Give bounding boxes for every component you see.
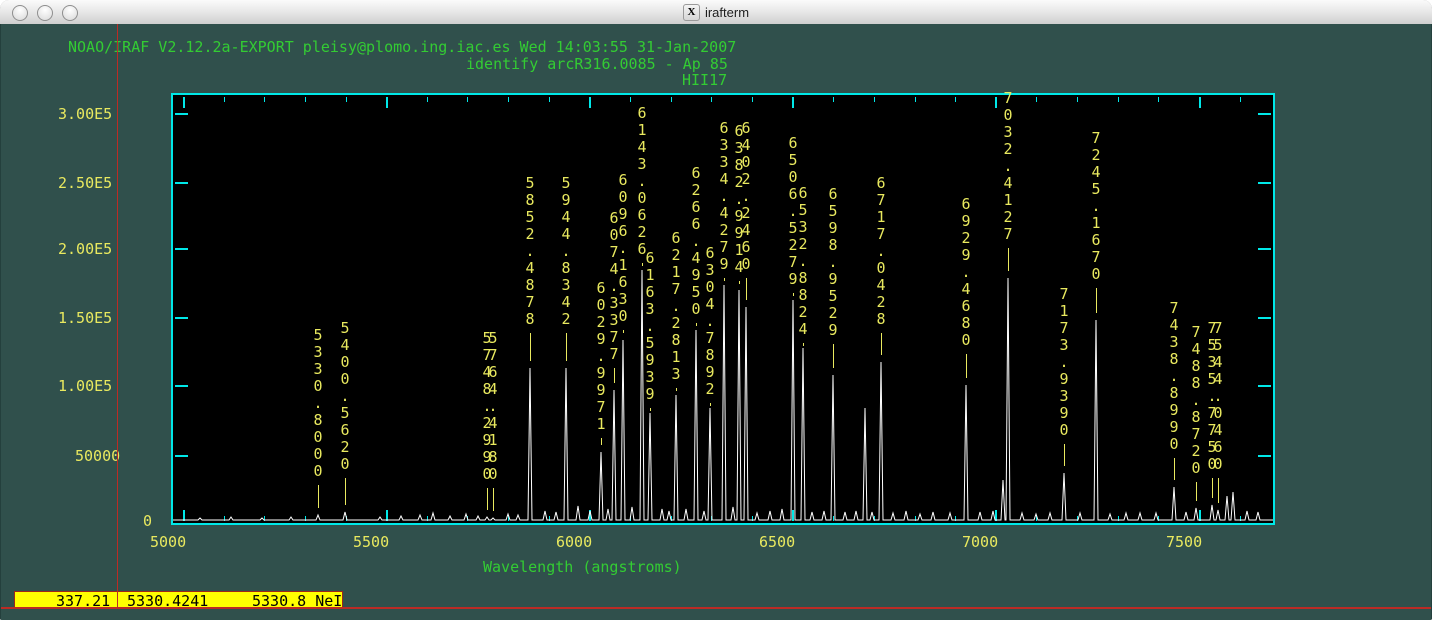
irafterm-window: X irafterm NOAO/IRAF V2.12.2a-EXPORT ple… — [0, 0, 1432, 620]
line-marker-tick — [1174, 458, 1175, 480]
line-marker-tick — [833, 344, 834, 368]
x-tick-label: 5000 — [150, 533, 186, 551]
x-tick-label: 7000 — [962, 533, 998, 551]
line-wavelength-label: 6 3 3 4 . 4 2 7 9 — [719, 120, 729, 273]
y-tick-label: 1.00E5 — [58, 377, 112, 395]
line-marker-tick — [1212, 478, 1213, 498]
line-wavelength-label: 5 7 6 4 . 4 1 8 0 — [488, 330, 498, 483]
line-marker-tick — [739, 281, 740, 284]
line-wavelength-label: 6 2 6 6 . 4 9 5 0 — [691, 165, 701, 318]
line-marker-tick — [623, 330, 624, 333]
line-marker-tick — [696, 323, 697, 326]
line-wavelength-label: 7 2 4 5 . 1 6 7 0 — [1091, 130, 1101, 283]
screenshot: X irafterm NOAO/IRAF V2.12.2a-EXPORT ple… — [0, 0, 1432, 631]
line-marker-tick — [318, 485, 319, 508]
cursor-crosshair-vertical[interactable] — [117, 24, 118, 608]
line-wavelength-label: 6 5 3 2 . 8 8 2 4 — [798, 185, 808, 338]
object-title: HII17 — [682, 71, 727, 89]
line-wavelength-label: 5 8 5 2 . 4 8 7 8 — [525, 175, 535, 328]
line-marker-tick — [676, 388, 677, 391]
line-wavelength-label: 6 3 0 4 . 7 8 9 2 — [705, 245, 715, 398]
line-marker-tick — [614, 368, 615, 383]
x11-icon: X — [683, 4, 700, 21]
line-marker-tick — [724, 278, 725, 281]
line-wavelength-label: 7 0 3 2 . 4 1 2 7 — [1003, 90, 1013, 243]
y-tick-label: 1.50E5 — [58, 309, 112, 327]
line-wavelength-label: 7 4 8 8 . 8 7 2 0 — [1191, 324, 1201, 477]
line-wavelength-label: 6 4 0 2 . 2 4 6 0 — [741, 120, 751, 273]
x-tick-label: 5500 — [353, 533, 389, 551]
y-tick-label: 50000 — [75, 447, 120, 465]
x-tick-label: 7500 — [1166, 533, 1202, 551]
line-wavelength-label: 6 1 6 3 . 5 9 3 9 — [645, 250, 655, 403]
line-marker-tick — [493, 488, 494, 511]
line-marker-tick — [1008, 248, 1009, 271]
line-marker-tick — [1064, 444, 1065, 466]
y-tick-label: 0 — [143, 512, 152, 530]
line-marker-tick — [642, 263, 643, 266]
line-marker-tick — [650, 408, 651, 411]
line-marker-tick — [1218, 478, 1219, 503]
line-wavelength-label: 7 1 7 3 . 9 3 9 0 — [1059, 286, 1069, 439]
line-marker-tick — [1096, 288, 1097, 313]
line-wavelength-label: 6 2 1 7 . 2 8 1 3 — [671, 230, 681, 383]
window-title: irafterm — [705, 5, 749, 20]
line-wavelength-label: 5 3 3 0 . 8 0 0 0 — [313, 327, 323, 480]
line-marker-tick — [566, 333, 567, 361]
iraf-banner: NOAO/IRAF V2.12.2a-EXPORT pleisy@plomo.i… — [68, 38, 736, 56]
line-marker-tick — [746, 278, 747, 300]
line-wavelength-label: 6 9 2 9 . 4 6 8 0 — [961, 196, 971, 349]
line-wavelength-label: 6 0 2 9 . 9 9 7 1 — [596, 280, 606, 433]
x-tick-label: 6000 — [556, 533, 592, 551]
line-marker-tick — [710, 403, 711, 406]
line-wavelength-label: 7 5 4 4 . 0 4 6 0 — [1213, 320, 1223, 473]
line-marker-tick — [1196, 482, 1197, 501]
line-marker-tick — [881, 333, 882, 355]
line-wavelength-label: 6 1 4 3 . 0 6 2 6 — [637, 105, 647, 258]
line-marker-tick — [803, 343, 804, 346]
line-marker-tick — [793, 293, 794, 296]
y-tick-label: 3.00E5 — [58, 105, 112, 123]
y-tick-label: 2.50E5 — [58, 174, 112, 192]
line-wavelength-label: 5 9 4 4 . 8 3 4 2 — [561, 175, 571, 328]
line-wavelength-label: 6 0 9 6 . 1 6 3 0 — [618, 172, 628, 325]
line-wavelength-label: 5 4 0 0 . 5 6 2 0 — [340, 320, 350, 473]
x-axis-title: Wavelength (angstroms) — [483, 558, 682, 576]
line-marker-tick — [345, 478, 346, 505]
y-tick-label: 2.00E5 — [58, 240, 112, 258]
line-wavelength-label: 6 7 1 7 . 0 4 2 8 — [876, 175, 886, 328]
line-marker-tick — [487, 488, 488, 510]
line-wavelength-label: 7 4 3 8 . 8 9 9 0 — [1169, 300, 1179, 453]
window-titlebar[interactable]: X irafterm — [0, 0, 1432, 25]
line-wavelength-label: 6 5 9 8 . 9 5 2 9 — [828, 186, 838, 339]
line-wavelength-label: 6 5 0 6 . 5 2 7 9 — [788, 135, 798, 288]
x-tick-label: 6500 — [759, 533, 795, 551]
cursor-crosshair-horizontal[interactable] — [1, 607, 1431, 609]
line-marker-tick — [530, 333, 531, 361]
window-title-area: X irafterm — [0, 0, 1432, 24]
line-marker-tick — [601, 438, 602, 445]
line-marker-tick — [966, 354, 967, 378]
